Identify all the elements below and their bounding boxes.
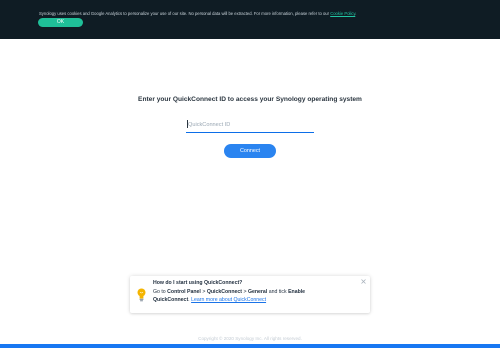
help-title: How do I start using QuickConnect? xyxy=(153,280,243,286)
quickconnect-help-card: How do I start using QuickConnect? Go to… xyxy=(130,276,370,313)
help-separator: > xyxy=(243,289,247,295)
cookie-policy-link[interactable]: Cookie Policy xyxy=(330,11,355,16)
page-title: Enter your QuickConnect ID to access you… xyxy=(138,96,362,103)
copyright-text: Copyright © 2020 Synology Inc. All right… xyxy=(198,336,302,341)
cookie-banner: Synology uses cookies and Google Analyti… xyxy=(0,0,500,39)
help-general: General xyxy=(247,289,268,295)
cookie-notice-message: Synology uses cookies and Google Analyti… xyxy=(39,11,330,16)
help-separator: > xyxy=(202,289,206,295)
cookie-ok-button[interactable]: OK xyxy=(38,18,83,27)
close-icon[interactable] xyxy=(360,278,367,285)
quickconnect-id-field[interactable] xyxy=(186,117,314,133)
help-and-tick: and tick xyxy=(268,289,287,295)
connect-button[interactable]: Connect xyxy=(224,144,276,158)
bottom-accent-bar xyxy=(0,344,500,348)
learn-more-link[interactable]: Learn more about QuickConnect xyxy=(191,297,266,303)
help-instructions: Go to Control Panel > QuickConnect > Gen… xyxy=(153,288,333,304)
quickconnect-id-input[interactable] xyxy=(188,118,312,131)
help-enable: Enable xyxy=(288,289,306,295)
help-enable-target: QuickConnect xyxy=(153,297,189,303)
help-go-to: Go to xyxy=(153,289,166,295)
help-quickconnect: QuickConnect xyxy=(206,289,242,295)
lightbulb-icon xyxy=(137,288,146,302)
help-period: . xyxy=(188,297,190,303)
cookie-notice-text: Synology uses cookies and Google Analyti… xyxy=(39,11,469,17)
cookie-notice-period: . xyxy=(355,11,357,16)
help-control-panel: Control Panel xyxy=(167,289,201,295)
